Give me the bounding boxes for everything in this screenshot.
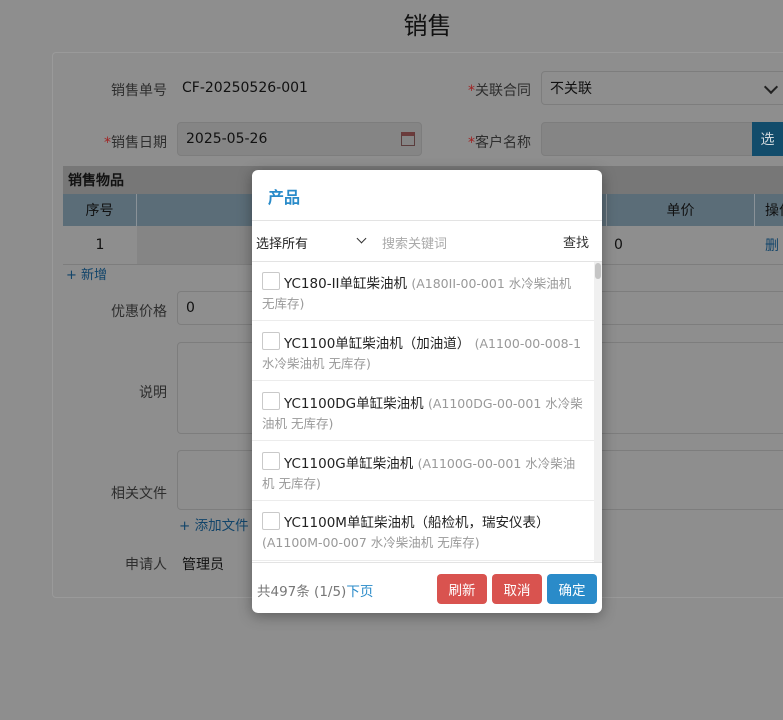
column-action: 操作 xyxy=(765,203,783,219)
chevron-down-icon xyxy=(356,233,367,244)
applicant-label: 申请人 xyxy=(125,557,167,573)
product-list: YC180-II单缸柴油机 (A180II-00-001 水冷柴油机 无库存) … xyxy=(252,262,594,562)
confirm-button[interactable]: 确定 xyxy=(547,574,597,604)
customer-label-text: 客户名称 xyxy=(475,135,531,151)
category-select[interactable]: 选择所有 xyxy=(256,233,308,252)
list-item[interactable]: YC1100单缸柴油机（加油道） (A1100-00-008-1 水冷柴油机 无… xyxy=(252,322,594,381)
filter-bar: 选择所有 搜索关键词 查找 xyxy=(252,221,602,261)
contract-select[interactable]: 不关联 xyxy=(541,71,783,105)
discount-value: 0 xyxy=(186,300,195,316)
calendar-icon[interactable] xyxy=(401,132,415,146)
row-index: 1 xyxy=(95,237,105,253)
list-item[interactable]: YC1100G单缸柴油机 (A1100G-00-001 水冷柴油机 无库存) xyxy=(252,442,594,501)
next-page-link[interactable]: 下页 xyxy=(346,584,373,600)
order-no-label: 销售单号 xyxy=(111,83,167,99)
chevron-down-icon xyxy=(763,79,779,95)
product-name: YC180-II单缸柴油机 xyxy=(284,276,408,292)
column-price: 单价 xyxy=(607,194,755,226)
column-index: 序号 xyxy=(63,194,137,226)
search-button[interactable]: 查找 xyxy=(563,232,589,251)
pagination-info: 共497条 (1/5)下页 xyxy=(257,580,373,600)
page-title: 销售 xyxy=(403,12,452,40)
contract-select-value: 不关联 xyxy=(550,81,592,97)
date-label-text: 销售日期 xyxy=(111,135,167,151)
files-label: 相关文件 xyxy=(111,486,167,502)
required-mark: * xyxy=(104,135,111,151)
list-item[interactable]: YC1100M单缸柴油机（船检机，瑞安仪表） (A1100M-00-007 水冷… xyxy=(252,502,594,561)
count-text: 共497条 (1/5) xyxy=(257,584,347,600)
date-label: *销售日期 xyxy=(77,132,167,152)
required-mark: * xyxy=(468,83,475,99)
product-name: YC1100DG单缸柴油机 xyxy=(284,396,424,412)
date-input[interactable]: 2025-05-26 xyxy=(177,122,422,156)
cancel-button[interactable]: 取消 xyxy=(492,574,542,604)
product-meta: (A1100M-00-007 水冷柴油机 无库存) xyxy=(262,535,480,550)
product-picker-modal: 产品 选择所有 搜索关键词 查找 YC180-II单缸柴油机 (A180II-0… xyxy=(252,170,602,613)
row-delete-link[interactable]: 删 xyxy=(765,226,783,264)
add-row-link[interactable]: + 新增 xyxy=(66,264,107,283)
search-input[interactable]: 搜索关键词 xyxy=(382,233,447,252)
refresh-button[interactable]: 刷新 xyxy=(437,574,487,604)
customer-label: *客户名称 xyxy=(441,132,531,152)
date-input-value: 2025-05-26 xyxy=(186,131,268,147)
product-name: YC1100单缸柴油机（加油道） xyxy=(284,336,471,352)
scrollbar-thumb[interactable] xyxy=(595,263,601,279)
modal-footer: 共497条 (1/5)下页 刷新 取消 确定 xyxy=(252,562,602,613)
customer-input[interactable] xyxy=(541,122,756,156)
applicant-value: 管理员 xyxy=(182,557,224,573)
required-mark: * xyxy=(468,135,475,151)
list-item[interactable]: YC1100DG单缸柴油机 (A1100DG-00-001 水冷柴油机 无库存) xyxy=(252,382,594,441)
list-item[interactable]: YC180-II单缸柴油机 (A180II-00-001 水冷柴油机 无库存) xyxy=(252,262,594,321)
product-name: YC1100M单缸柴油机（船检机，瑞安仪表） xyxy=(284,515,550,531)
contract-label-text: 关联合同 xyxy=(475,83,531,99)
description-label: 说明 xyxy=(139,385,167,401)
contract-label: *关联合同 xyxy=(441,80,531,100)
row-price[interactable]: 0 xyxy=(614,226,674,264)
order-no-value: CF-20250526-001 xyxy=(182,80,308,96)
product-name: YC1100G单缸柴油机 xyxy=(284,456,414,472)
add-file-link[interactable]: + 添加文件 xyxy=(179,514,249,534)
customer-select-button[interactable]: 选 xyxy=(752,122,783,156)
modal-title: 产品 xyxy=(268,188,301,207)
list-scrollbar[interactable] xyxy=(594,262,602,562)
discount-label: 优惠价格 xyxy=(111,304,167,320)
